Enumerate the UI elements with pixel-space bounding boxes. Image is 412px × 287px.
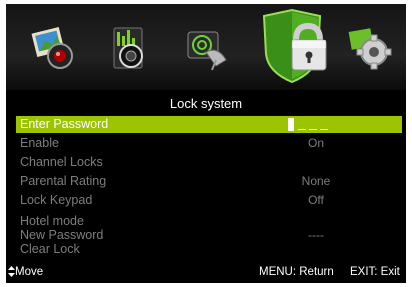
menu-icon-bar [6,4,406,90]
menu-return-hint: MENU: Return [259,266,334,278]
menu-item-label: Lock Keypad [20,193,93,207]
move-hint-label: Move [15,266,44,278]
picture-icon[interactable] [28,16,78,76]
text-cursor [288,118,294,131]
menu-item-label: Parental Rating [20,174,107,188]
menu-item-value: On [307,136,324,150]
lock-icon[interactable] [260,8,334,84]
sound-icon[interactable] [104,16,154,76]
menu-item-channel-locks[interactable]: Channel Locks [16,154,402,171]
channel-icon[interactable] [182,16,232,76]
menu-item-label: Enter Password [20,117,109,131]
footer-hints: Move MENU: Return EXIT: Exit [6,266,406,280]
password-digit-placeholder [320,129,328,130]
menu-item-label: Clear Lock [20,242,80,256]
menu-item-value: ---- [308,228,324,242]
menu-title: Lock system [169,96,243,111]
password-digit-placeholder [298,129,306,130]
move-hint: Move [8,266,43,279]
menu-item-lock-keypad[interactable]: Lock Keypad Off [16,192,402,209]
menu-item-label: Enable [20,136,59,150]
menu-item-label: Hotel mode [20,214,84,228]
tv-screen: Lock system Enter Password Enable On Cha… [6,4,406,283]
menu-item-label: Channel Locks [20,155,103,169]
exit-hint: EXIT: Exit [350,266,400,278]
menu-item-value: None [301,174,331,188]
menu-item-clear-lock[interactable]: Clear Lock [16,241,402,258]
menu-item-parental-rating[interactable]: Parental Rating None [16,173,402,190]
menu-item-enter-password[interactable]: Enter Password [16,116,402,133]
password-digit-placeholder [309,129,317,130]
up-down-arrows-icon [8,266,15,277]
menu-item-enable[interactable]: Enable On [16,135,402,152]
menu-item-label: New Password [20,228,104,242]
settings-icon[interactable] [346,16,396,76]
menu-item-value: Off [308,193,324,207]
